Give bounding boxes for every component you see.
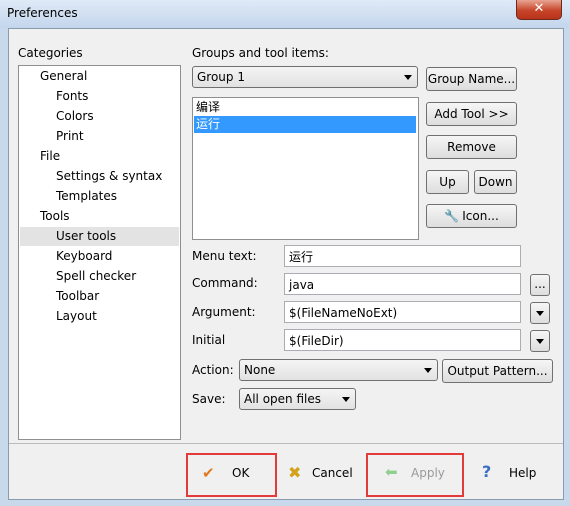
tool-item-selected[interactable]: 运行 (194, 116, 416, 133)
help-button[interactable]: ? Help (479, 461, 549, 485)
categories-heading: Categories (18, 46, 83, 60)
initial-dir-input[interactable]: $(FileDir) (284, 329, 521, 351)
category-general[interactable]: General (40, 67, 87, 86)
action-select[interactable]: None (239, 359, 438, 381)
argument-label: Argument: (192, 305, 256, 319)
argument-dropdown-button[interactable] (530, 302, 550, 324)
ok-highlight-box (186, 453, 277, 497)
category-templates[interactable]: Templates (56, 187, 117, 206)
title-bar: Preferences ✕ (0, 0, 570, 28)
group-name-button[interactable]: Group Name... (426, 67, 517, 91)
category-toolbar[interactable]: Toolbar (56, 287, 99, 306)
chevron-down-icon (404, 75, 412, 80)
category-spell-checker[interactable]: Spell checker (56, 267, 136, 286)
save-label: Save: (192, 392, 226, 406)
category-layout[interactable]: Layout (56, 307, 97, 326)
menu-text-input[interactable]: 运行 (284, 245, 521, 267)
cancel-button[interactable]: ✖ Cancel (285, 461, 365, 485)
categories-tree: General Fonts Colors Print File Settings… (18, 65, 181, 440)
initial-dropdown-button[interactable] (530, 330, 550, 352)
browse-command-button[interactable]: ... (530, 274, 550, 296)
chevron-down-icon (536, 311, 544, 316)
category-tools[interactable]: Tools (40, 207, 70, 226)
command-label: Command: (192, 276, 258, 290)
command-input[interactable]: java (284, 273, 521, 295)
window-title: Preferences (7, 6, 78, 20)
add-tool-button[interactable]: Add Tool >> (426, 102, 517, 126)
category-file[interactable]: File (40, 147, 60, 166)
save-select[interactable]: All open files (239, 388, 356, 410)
initial-label: Initial (192, 333, 226, 347)
wrench-icon: 🔧 (444, 209, 460, 223)
tool-item[interactable]: 编译 (194, 99, 416, 116)
group-select[interactable]: Group 1 (192, 66, 418, 88)
group-select-value: Group 1 (197, 70, 245, 84)
cancel-button-label: Cancel (312, 466, 353, 480)
down-button[interactable]: Down (474, 170, 517, 194)
remove-button[interactable]: Remove (426, 135, 517, 159)
category-colors[interactable]: Colors (56, 107, 94, 126)
dialog-body: Categories General Fonts Colors Print Fi… (8, 28, 564, 500)
groups-heading: Groups and tool items: (192, 46, 329, 60)
save-select-value: All open files (244, 392, 321, 406)
chevron-down-icon (424, 368, 432, 373)
category-settings-syntax[interactable]: Settings & syntax (56, 167, 162, 186)
category-fonts[interactable]: Fonts (56, 87, 88, 106)
menu-text-label: Menu text: (192, 249, 257, 263)
tool-items-list[interactable]: 编译 运行 (192, 97, 419, 240)
chevron-down-icon (536, 339, 544, 344)
apply-highlight-box (366, 453, 464, 497)
argument-input[interactable]: $(FileNameNoExt) (284, 301, 521, 323)
action-select-value: None (244, 363, 276, 377)
category-user-tools[interactable]: User tools (20, 227, 179, 246)
help-button-label: Help (509, 466, 537, 480)
icon-button[interactable]: 🔧 Icon... (426, 204, 517, 228)
separator (9, 443, 563, 444)
cross-icon: ✖ (288, 463, 302, 482)
close-button[interactable]: ✕ (516, 0, 562, 20)
up-button[interactable]: Up (426, 170, 469, 194)
chevron-down-icon (342, 397, 350, 402)
category-keyboard[interactable]: Keyboard (56, 247, 112, 266)
icon-button-label: Icon... (462, 209, 499, 223)
action-label: Action: (192, 363, 234, 377)
category-print[interactable]: Print (56, 127, 84, 146)
help-icon: ? (482, 462, 492, 481)
output-pattern-button[interactable]: Output Pattern... (442, 359, 553, 383)
